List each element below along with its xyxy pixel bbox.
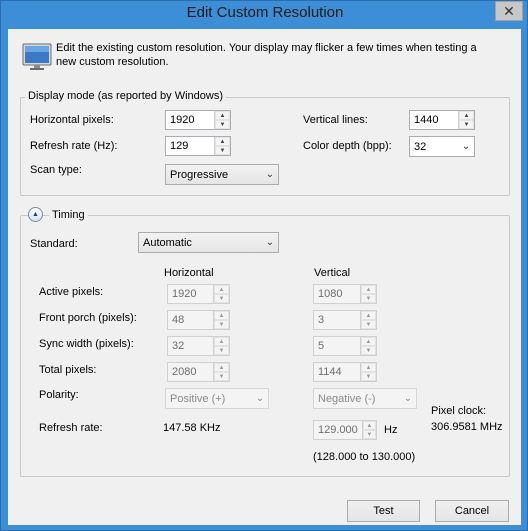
vertical-lines-value[interactable]: 1440	[410, 111, 458, 129]
title-bar[interactable]: Edit Custom Resolution ✕	[1, 1, 528, 25]
standard-value: Automatic	[143, 236, 192, 249]
sync-width-h-value[interactable]: 32	[168, 337, 213, 355]
chevron-down-icon: ⌄	[265, 237, 275, 248]
spin-down-icon[interactable]: ▼	[214, 372, 229, 381]
spin-up-icon[interactable]: ▲	[214, 363, 229, 372]
polarity-v-value: Negative (-)	[318, 392, 376, 405]
spin-down-icon[interactable]: ▼	[215, 146, 230, 155]
active-pixels-v-spinner[interactable]: 1080 ▲ ▼	[313, 284, 377, 304]
spin-up-icon[interactable]: ▲	[361, 285, 376, 294]
timing-row-label: Total pixels:	[39, 364, 97, 376]
total-pixels-h-spinner[interactable]: 2080 ▲ ▼	[167, 362, 230, 382]
spin-up-icon[interactable]: ▲	[361, 363, 376, 372]
horizontal-refresh-value: 147.58 KHz	[163, 422, 221, 434]
refresh-rate-label: Refresh rate (Hz):	[30, 140, 118, 152]
vertical-lines-label: Vertical lines:	[303, 114, 368, 126]
polarity-v-select[interactable]: Negative (-) ⌄	[313, 388, 417, 409]
chevron-down-icon: ⌄	[255, 393, 265, 404]
timing-expander-label[interactable]: Timing	[49, 209, 88, 221]
spin-up-icon[interactable]: ▲	[361, 311, 376, 320]
spin-up-icon[interactable]: ▲	[362, 421, 376, 430]
info-text: Edit the existing custom resolution. You…	[56, 42, 477, 68]
pixel-clock-value: 306.9581 MHz	[431, 421, 503, 433]
standard-select[interactable]: Automatic ⌄	[138, 232, 279, 253]
horizontal-column-header: Horizontal	[164, 267, 214, 279]
timing-row-label: Front porch (pixels):	[39, 312, 137, 324]
color-depth-value: 32	[414, 140, 427, 153]
horizontal-pixels-value[interactable]: 1920	[166, 111, 214, 129]
total-pixels-v-value[interactable]: 1144	[314, 363, 360, 381]
spin-down-icon[interactable]: ▼	[361, 372, 376, 381]
scan-type-label: Scan type:	[30, 164, 82, 176]
spin-down-icon[interactable]: ▼	[361, 294, 376, 303]
dialog-client-area: Edit the existing custom resolution. You…	[8, 29, 521, 525]
vertical-refresh-value[interactable]: 129.000	[314, 421, 362, 439]
front-porch-v-value[interactable]: 3	[314, 311, 360, 329]
active-pixels-v-value[interactable]: 1080	[314, 285, 360, 303]
close-icon: ✕	[503, 2, 515, 19]
monitor-icon	[22, 43, 52, 70]
front-porch-h-spinner[interactable]: 48 ▲ ▼	[167, 310, 230, 330]
spin-up-icon[interactable]: ▲	[459, 111, 474, 120]
test-button[interactable]: Test	[347, 500, 420, 522]
front-porch-v-spinner[interactable]: 3 ▲ ▼	[313, 310, 377, 330]
standard-label: Standard:	[30, 238, 78, 250]
spin-up-icon[interactable]: ▲	[215, 137, 230, 146]
spin-up-icon[interactable]: ▲	[361, 337, 376, 346]
chevron-down-icon: ⌄	[403, 393, 413, 404]
refresh-rate-spinner[interactable]: 129 ▲ ▼	[165, 136, 231, 156]
active-pixels-h-spinner[interactable]: 1920 ▲ ▼	[167, 284, 230, 304]
polarity-h-value: Positive (+)	[170, 392, 226, 405]
spin-down-icon[interactable]: ▼	[362, 430, 376, 439]
spin-down-icon[interactable]: ▼	[459, 120, 474, 129]
spin-up-icon[interactable]: ▲	[215, 111, 230, 120]
spin-down-icon[interactable]: ▼	[214, 346, 229, 355]
horizontal-pixels-spinner[interactable]: 1920 ▲ ▼	[165, 110, 231, 130]
timing-row-label: Sync width (pixels):	[39, 338, 134, 350]
spin-down-icon[interactable]: ▼	[361, 346, 376, 355]
chevron-down-icon: ⌄	[265, 169, 275, 180]
cancel-button[interactable]: Cancel	[435, 500, 509, 522]
polarity-label: Polarity:	[39, 389, 79, 401]
scan-type-select[interactable]: Progressive ⌄	[165, 164, 279, 185]
dialog-window: Edit Custom Resolution ✕ Edit the existi…	[0, 0, 528, 531]
vertical-lines-spinner[interactable]: 1440 ▲ ▼	[409, 110, 475, 130]
window-title: Edit Custom Resolution	[186, 4, 344, 21]
pixel-clock-label: Pixel clock:	[431, 405, 487, 417]
total-pixels-v-spinner[interactable]: 1144 ▲ ▼	[313, 362, 377, 382]
color-depth-label: Color depth (bpp):	[303, 140, 392, 152]
timing-refresh-rate-label: Refresh rate:	[39, 422, 103, 434]
spin-up-icon[interactable]: ▲	[214, 337, 229, 346]
spin-up-icon[interactable]: ▲	[214, 285, 229, 294]
spin-down-icon[interactable]: ▼	[214, 320, 229, 329]
horizontal-pixels-label: Horizontal pixels:	[30, 114, 114, 126]
vertical-column-header: Vertical	[314, 267, 351, 279]
spin-down-icon[interactable]: ▼	[214, 294, 229, 303]
refresh-rate-value[interactable]: 129	[166, 137, 214, 155]
polarity-h-select[interactable]: Positive (+) ⌄	[165, 388, 269, 409]
chevron-down-icon: ⌄	[461, 141, 471, 152]
spin-down-icon[interactable]: ▼	[215, 120, 230, 129]
display-mode-group-label: Display mode (as reported by Windows)	[25, 90, 227, 102]
spin-down-icon[interactable]: ▼	[361, 320, 376, 329]
vertical-refresh-spinner[interactable]: 129.000 ▲ ▼	[313, 420, 377, 440]
collapse-icon: ▲	[32, 211, 39, 218]
front-porch-h-value[interactable]: 48	[168, 311, 213, 329]
sync-width-v-spinner[interactable]: 5 ▲ ▼	[313, 336, 377, 356]
refresh-unit-label: Hz	[384, 424, 398, 436]
active-pixels-h-value[interactable]: 1920	[168, 285, 213, 303]
timing-row-label: Active pixels:	[39, 286, 104, 298]
close-button[interactable]: ✕	[495, 1, 523, 21]
scan-type-value: Progressive	[170, 168, 229, 181]
sync-width-v-value[interactable]: 5	[314, 337, 360, 355]
spin-up-icon[interactable]: ▲	[214, 311, 229, 320]
total-pixels-h-value[interactable]: 2080	[168, 363, 213, 381]
refresh-range-label: (128.000 to 130.000)	[313, 451, 416, 463]
color-depth-select[interactable]: 32 ⌄	[409, 136, 475, 157]
sync-width-h-spinner[interactable]: 32 ▲ ▼	[167, 336, 230, 356]
timing-expander-button[interactable]: ▲	[28, 207, 43, 222]
